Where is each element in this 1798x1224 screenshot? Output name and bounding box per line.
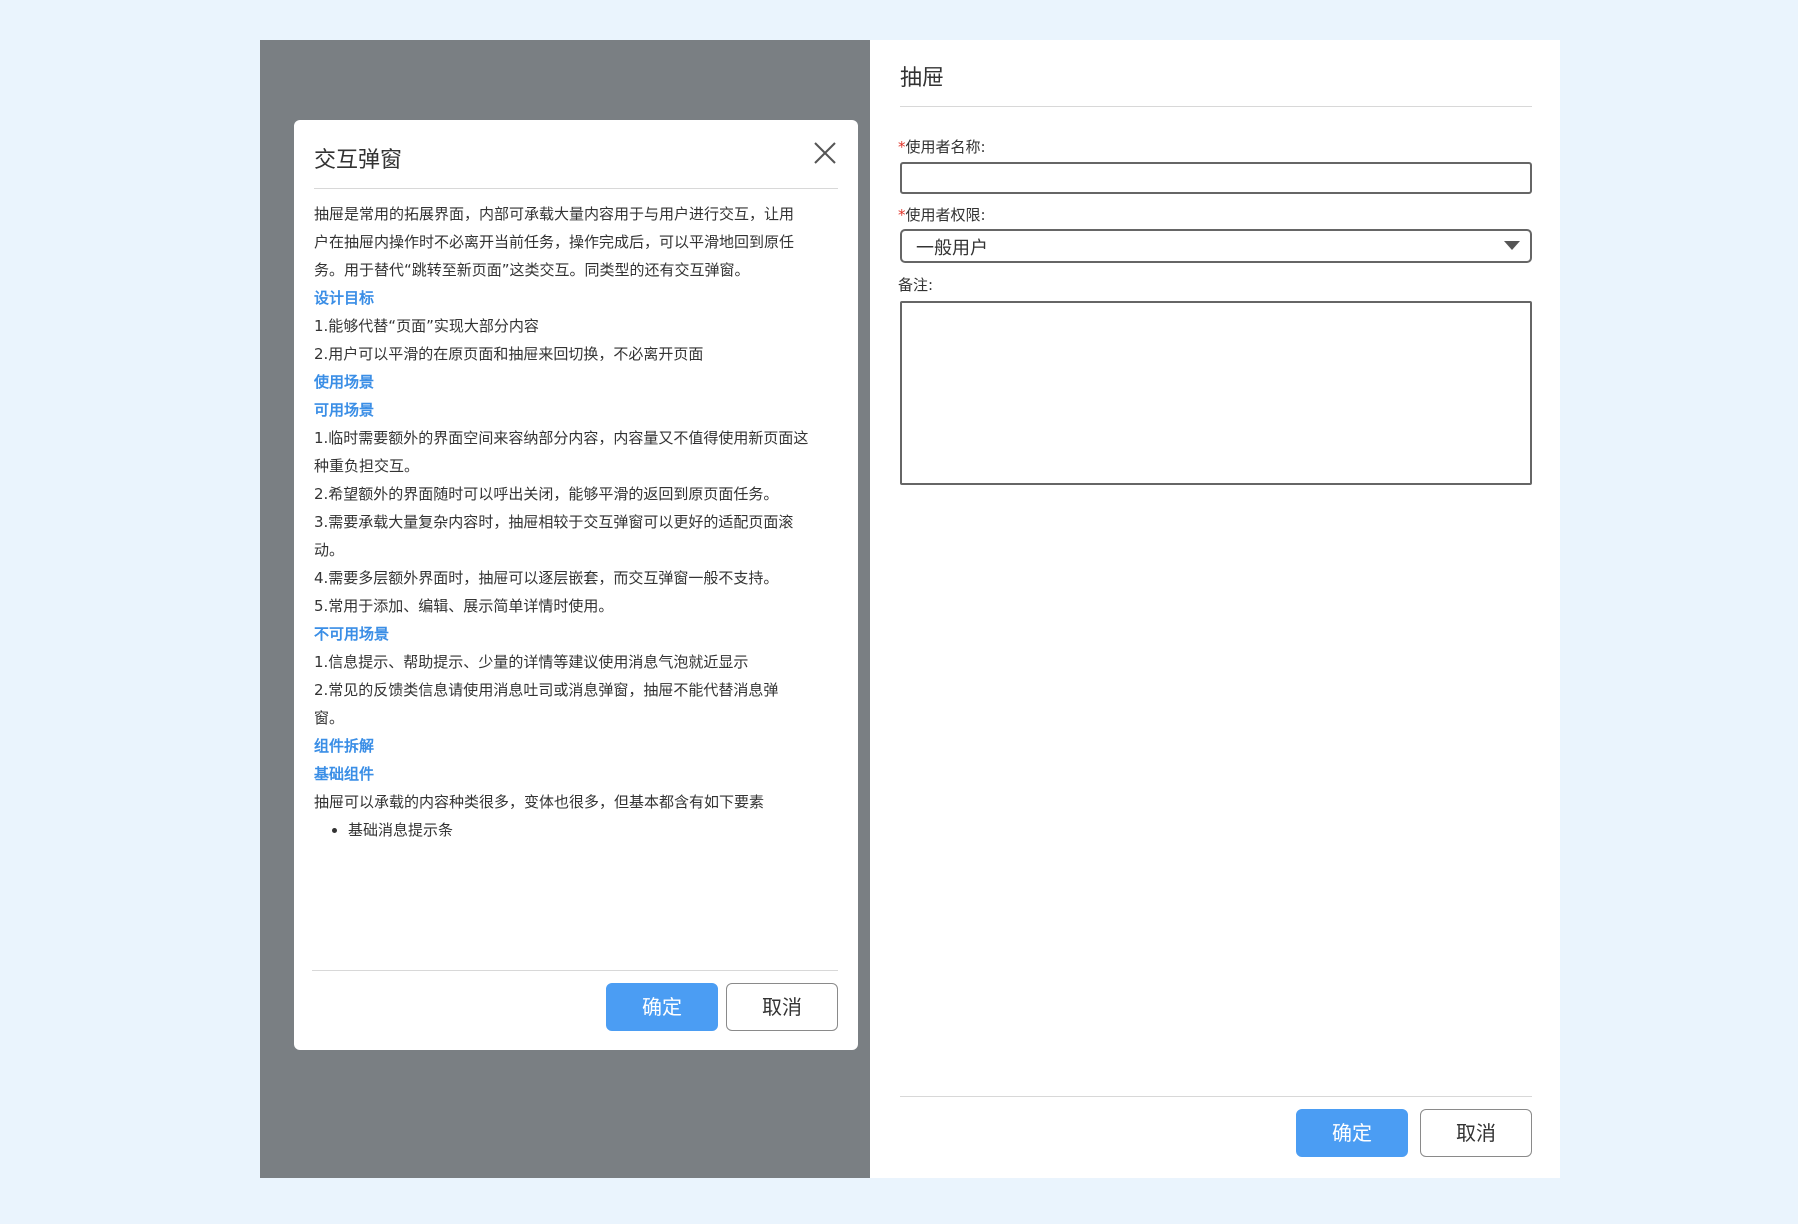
chevron-down-icon — [1504, 241, 1520, 250]
required-mark: * — [898, 206, 906, 224]
username-input[interactable] — [900, 162, 1532, 194]
usable-line: 4.需要多层额外界面时，抽屉可以逐层嵌套，而交互弹窗一般不支持。 — [314, 569, 779, 587]
design-goal-item: 2.用户可以平滑的在原页面和抽屉来回切换，不必离开页面 — [314, 345, 704, 363]
modal-title: 交互弹窗 — [314, 148, 403, 173]
modal-cancel-button[interactable]: 取消 — [726, 983, 838, 1031]
modal-confirm-button[interactable]: 确定 — [606, 983, 718, 1031]
intro-line: 抽屉是常用的拓展界面，内部可承载大量内容用于与用户进行交互，让用 — [314, 205, 795, 223]
permission-label: *使用者权限: — [898, 204, 986, 225]
remark-textarea[interactable] — [900, 301, 1532, 485]
design-goal-item: 1.能够代替“页面”实现大部分内容 — [314, 317, 539, 335]
basic-list: 基础消息提示条 — [314, 816, 840, 844]
unusable-line: 窗。 — [314, 709, 345, 727]
usable-line: 1.临时需要额外的界面空间来容纳部分内容，内容量又不值得使用新页面这 — [314, 429, 809, 447]
modal-overlay[interactable]: 交互弹窗 抽屉是常用的拓展界面，内部可承载大量内容用于与用户进行交互，让用 户在… — [260, 40, 870, 1178]
usage-heading: 使用场景 — [314, 373, 375, 391]
list-item: 基础消息提示条 — [348, 816, 840, 844]
design-goal-heading: 设计目标 — [314, 289, 375, 307]
drawer-footer: 确定 取消 — [900, 1096, 1532, 1179]
drawer-header: 抽屉 — [900, 40, 1532, 107]
drawer-confirm-button[interactable]: 确定 — [1296, 1109, 1408, 1157]
modal-body: 抽屉是常用的拓展界面，内部可承载大量内容用于与用户进行交互，让用 户在抽屉内操作… — [314, 200, 840, 839]
username-label: *使用者名称: — [898, 136, 986, 157]
remark-label: 备注: — [898, 276, 934, 294]
breakdown-heading: 组件拆解 — [314, 737, 375, 755]
usable-line: 种重负担交互。 — [314, 457, 420, 475]
usable-heading: 可用场景 — [314, 401, 375, 419]
unusable-heading: 不可用场景 — [314, 625, 390, 643]
permission-label-text: 使用者权限: — [905, 206, 986, 224]
drawer-cancel-button[interactable]: 取消 — [1420, 1109, 1532, 1157]
unusable-line: 1.信息提示、帮助提示、少量的详情等建议使用消息气泡就近显示 — [314, 653, 749, 671]
unusable-line: 2.常见的反馈类信息请使用消息吐司或消息弹窗，抽屉不能代替消息弹 — [314, 681, 779, 699]
usable-line: 动。 — [314, 541, 345, 559]
intro-line: 务。用于替代“跳转至新页面”这类交互。同类型的还有交互弹窗。 — [314, 261, 750, 279]
intro-line: 户在抽屉内操作时不必离开当前任务，操作完成后，可以平滑地回到原任 — [314, 233, 795, 251]
usable-line: 3.需要承载大量复杂内容时，抽屉相较于交互弹窗可以更好的适配页面滚 — [314, 513, 794, 531]
required-mark: * — [898, 138, 906, 156]
drawer-title: 抽屉 — [900, 66, 945, 91]
usable-line: 5.常用于添加、编辑、展示简单详情时使用。 — [314, 597, 614, 615]
username-label-text: 使用者名称: — [905, 138, 986, 156]
basic-text: 抽屉可以承载的内容种类很多，变体也很多，但基本都含有如下要素 — [314, 793, 765, 811]
modal-header: 交互弹窗 — [314, 120, 838, 189]
drawer-panel: 抽屉 *使用者名称: *使用者权限: 一般用户 备注: 确定 取消 — [870, 40, 1560, 1178]
basic-heading: 基础组件 — [314, 765, 375, 783]
usable-line: 2.希望额外的界面随时可以呼出关闭，能够平滑的返回到原页面任务。 — [314, 485, 779, 503]
close-icon — [814, 142, 836, 164]
modal-footer: 确定 取消 — [312, 970, 838, 1051]
permission-select-value: 一般用户 — [916, 238, 988, 259]
permission-select[interactable]: 一般用户 — [900, 229, 1532, 263]
close-button[interactable] — [812, 140, 838, 166]
interaction-modal: 交互弹窗 抽屉是常用的拓展界面，内部可承载大量内容用于与用户进行交互，让用 户在… — [294, 120, 858, 1050]
app-frame: 交互弹窗 抽屉是常用的拓展界面，内部可承载大量内容用于与用户进行交互，让用 户在… — [260, 40, 1560, 1178]
